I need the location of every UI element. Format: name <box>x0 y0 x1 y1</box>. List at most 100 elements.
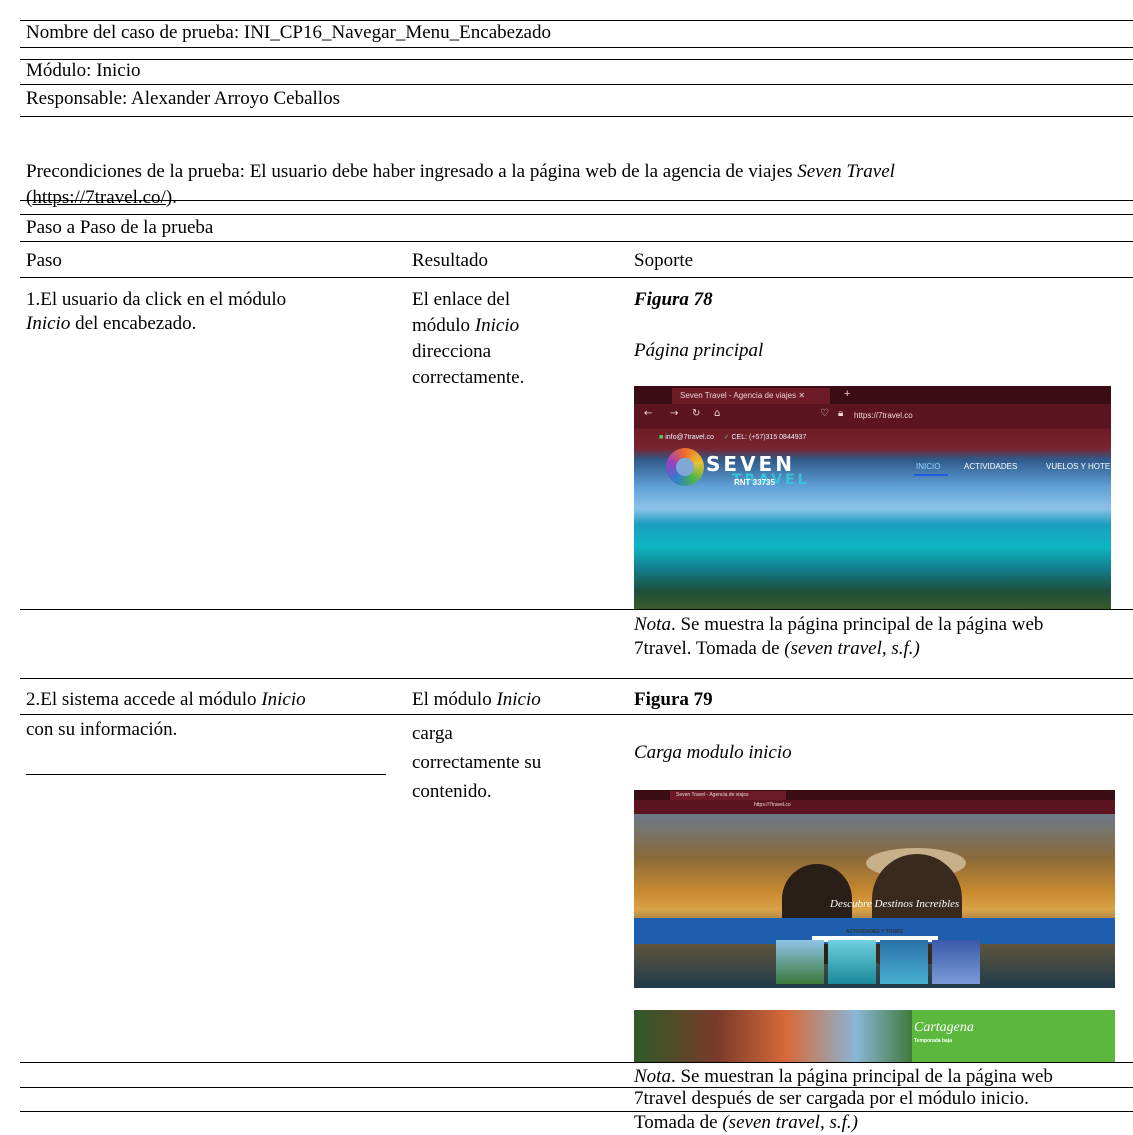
agency-url-link[interactable]: https://7travel.co/ <box>32 187 166 208</box>
step2-result-module: Inicio <box>496 689 541 710</box>
step2-result-line3: correctamente su <box>412 752 542 773</box>
module-label: Módulo: Inicio <box>26 60 141 81</box>
step1-result-line2: módulo Inicio <box>412 314 519 338</box>
shield-icon: ♡ <box>820 408 829 419</box>
step1-text-line1: 1.El usuario da click en el módulo <box>26 289 287 310</box>
logo-swirl-icon <box>666 448 704 486</box>
cartagena-photo <box>634 1010 912 1062</box>
step2-result-text: El módulo <box>412 689 497 710</box>
figure-79-note-line1: Nota. Se muestran la página principal de… <box>634 1065 1053 1089</box>
step2-text-line2: con su información. <box>26 719 178 740</box>
back-icon: ← <box>644 408 653 419</box>
steps-title: Paso a Paso de la prueba <box>26 217 214 238</box>
row-divider <box>20 609 1133 610</box>
figure-79-label: Figura 79 <box>634 689 713 710</box>
activity-card <box>880 940 928 984</box>
site-email: info@7travel.co <box>665 434 714 441</box>
preconditions-text: Precondiciones de la prueba: El usuario … <box>26 160 895 184</box>
browser-urlbar <box>634 800 1115 814</box>
preconditions-url-line: (https://7travel.co/). <box>26 186 177 210</box>
screenshot-homepage: Seven Travel - Agencia de viajes ✕ + ← →… <box>634 386 1111 609</box>
test-case-name: Nombre del caso de prueba: INI_CP16_Nave… <box>26 22 551 43</box>
note-label: Nota <box>634 1066 671 1087</box>
close-paren: ). <box>165 187 177 208</box>
note-citation: (seven travel, s.f.) <box>784 638 920 659</box>
lock-icon: 🔒︎ <box>838 408 844 419</box>
browser-url: https://7travel.co <box>754 802 791 808</box>
header-step: Paso <box>26 250 62 271</box>
figure-78-title: Página principal <box>634 340 764 361</box>
agency-name: Seven Travel <box>797 161 895 182</box>
nav-vuelos: VUELOS Y HOTE <box>1046 462 1111 471</box>
row-divider <box>20 59 1133 60</box>
step1-text-line2: Inicio del encabezado. <box>26 312 196 336</box>
preconditions-body: Precondiciones de la prueba: El usuario … <box>26 161 798 182</box>
row-divider <box>20 678 1133 679</box>
forward-icon: → <box>670 408 679 419</box>
new-tab-icon: + <box>844 388 851 400</box>
note-text: . Se muestra la página principal de la p… <box>670 614 1044 635</box>
email-icon: ■ <box>659 434 664 441</box>
row-divider <box>20 200 1133 201</box>
nav-actividades: ACTIVIDADES <box>964 462 1018 471</box>
row-divider <box>20 84 1133 85</box>
activities-title: ACTIVIDADES Y TOURS <box>845 929 904 935</box>
browser-tab: Seven Travel - Agencia de viajes <box>670 791 786 800</box>
banner-subtitle: Temporada baja <box>914 1038 952 1044</box>
activity-card <box>776 940 824 984</box>
browser-tab-title: Seven Travel - Agencia de viajes <box>680 391 797 400</box>
figure-79-note-line3: Tomada de (seven travel, s.f.) <box>634 1112 858 1134</box>
row-divider <box>20 714 1133 715</box>
row-divider <box>26 774 386 775</box>
activity-card <box>828 940 876 984</box>
row-divider <box>20 1111 1133 1112</box>
logo-rnt: RNT 33735 <box>734 478 775 487</box>
step1-result-line1: El enlace del <box>412 289 511 310</box>
tab-close-icon: ✕ <box>798 391 806 400</box>
screenshot-loaded-home: Seven Travel - Agencia de viajes https:/… <box>634 790 1115 1062</box>
step2-text: 2.El sistema accede al módulo <box>26 689 262 710</box>
figure-78-note-line1: Nota. Se muestra la página principal de … <box>634 613 1043 637</box>
row-divider <box>20 47 1133 48</box>
row-divider <box>20 116 1133 117</box>
step2-result-line1: El módulo Inicio <box>412 688 541 712</box>
step1-result-line3: direcciona <box>412 341 492 362</box>
row-divider <box>20 277 1133 278</box>
header-result: Resultado <box>412 250 488 271</box>
step1-module-name: Inicio <box>26 313 71 334</box>
browser-url: https://7travel.co <box>854 411 913 420</box>
hero-text: Descubre Destinos Increíbles <box>830 898 960 910</box>
note-text: Tomada de <box>634 1112 723 1133</box>
step1-result-line4: correctamente. <box>412 367 525 388</box>
note-text: 7travel. Tomada de <box>634 638 785 659</box>
note-text: . Se muestran la página principal de la … <box>670 1066 1053 1087</box>
figure-78-note-line2: 7travel. Tomada de (seven travel, s.f.) <box>634 637 920 661</box>
nav-inicio: INICIO <box>916 462 941 471</box>
step1-result-module: Inicio <box>474 315 520 336</box>
step2-result-line2: carga <box>412 723 453 744</box>
nav-active-underline <box>914 474 948 476</box>
activity-card <box>932 940 980 984</box>
note-citation: (seven travel, s.f.) <box>722 1112 858 1133</box>
row-divider <box>20 241 1133 242</box>
step2-result-line4: contenido. <box>412 781 492 802</box>
step1-text-rest: del encabezado. <box>70 313 197 334</box>
browser-tab: Seven Travel - Agencia de viajes ✕ <box>672 388 830 404</box>
step1-result-text: módulo <box>412 315 475 336</box>
responsible-label: Responsable: Alexander Arroyo Ceballos <box>26 88 340 109</box>
reload-icon: ↻ <box>692 408 701 419</box>
row-divider <box>20 1062 1133 1063</box>
figure-79-title: Carga modulo inicio <box>634 742 792 763</box>
figure-79-note-line2: 7travel después de ser cargada por el mó… <box>634 1088 1029 1109</box>
banner-title: Cartagena <box>914 1020 974 1035</box>
site-phone: CEL: (+57)315 0844937 <box>731 434 807 441</box>
header-support: Soporte <box>634 250 694 271</box>
step2-module-name: Inicio <box>261 689 306 710</box>
figure-78-label: Figura 78 <box>634 289 713 310</box>
step2-text-line1: 2.El sistema accede al módulo Inicio <box>26 688 306 712</box>
site-contact: ■ info@7travel.co ✓ CEL: (+57)315 084493… <box>659 433 806 441</box>
phone-icon: ✓ <box>723 434 730 441</box>
note-label: Nota <box>634 614 671 635</box>
home-icon: ⌂ <box>714 408 721 419</box>
row-divider <box>20 214 1133 215</box>
